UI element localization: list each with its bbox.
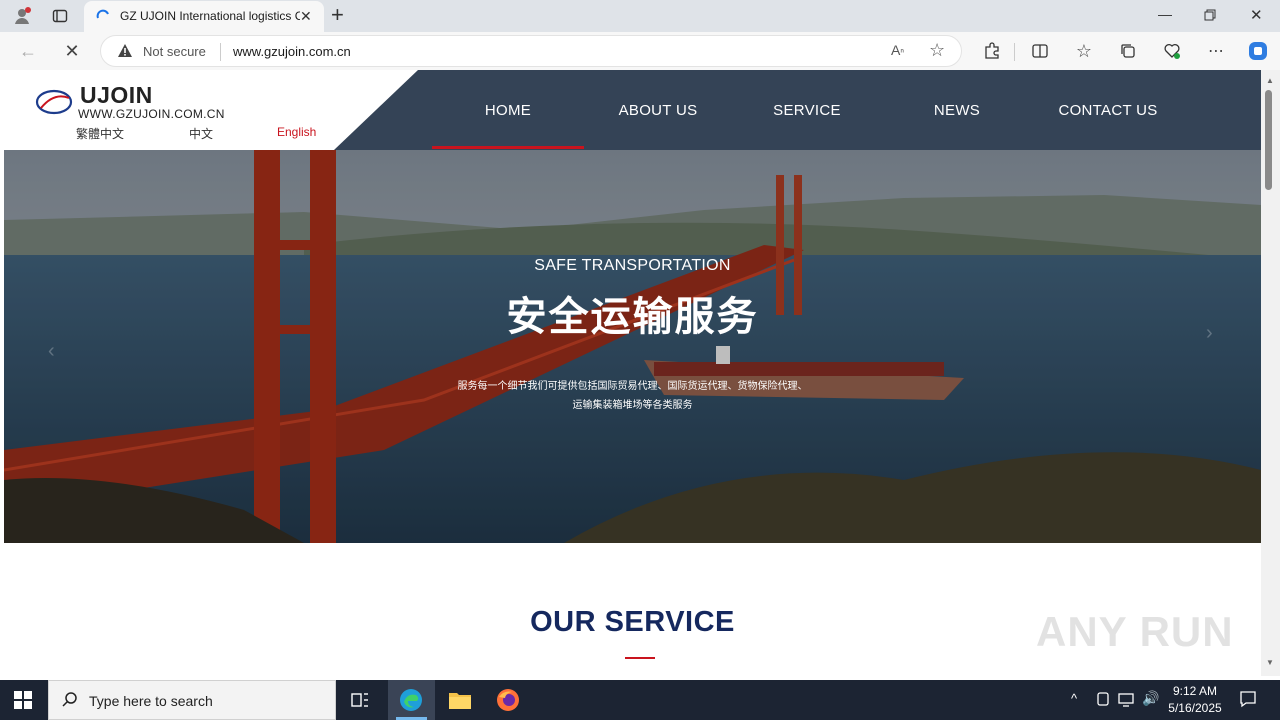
tab-actions-icon[interactable] <box>48 4 72 28</box>
carousel-next-icon[interactable]: › <box>1206 322 1213 345</box>
url-text[interactable]: www.gzujoin.com.cn <box>233 44 351 59</box>
page-viewport: UJOIN WWW.GZUJOIN.COM.CN 繁體中文 中文 English… <box>4 70 1261 676</box>
taskbar: Type here to search ^ 🔊 9:12 AM 5/16/202… <box>0 680 1280 720</box>
clock-time[interactable]: 9:12 AM <box>1163 684 1227 698</box>
toolbar-divider <box>1014 43 1015 61</box>
edge-taskbar-button[interactable] <box>388 680 435 720</box>
collections-icon[interactable] <box>1116 39 1140 63</box>
section-title-underline <box>625 657 655 659</box>
restore-button[interactable] <box>1204 8 1216 26</box>
hero-desc-line2: 运输集装箱堆场等各类服务 <box>572 400 693 411</box>
close-window-button[interactable]: ✕ <box>1250 6 1263 24</box>
stop-loading-icon[interactable]: ✕ <box>60 39 84 63</box>
hero-desc-line1: 服务每一个细节我们可提供包括国际贸易代理、国际货运代理、货物保险代理、 <box>457 381 808 392</box>
tray-device-icon[interactable] <box>1096 691 1110 712</box>
search-placeholder: Type here to search <box>89 693 213 709</box>
nav-news[interactable]: NEWS <box>922 102 992 119</box>
taskbar-search-box[interactable]: Type here to search <box>48 680 336 720</box>
edge-icon <box>400 689 422 711</box>
browser-tab-bar: GZ UJOIN International logistics Co ✕ + … <box>0 0 1280 32</box>
browser-tab[interactable]: GZ UJOIN International logistics Co ✕ <box>84 1 324 32</box>
scroll-down-icon[interactable]: ▼ <box>1266 658 1274 667</box>
favorites-icon[interactable]: ☆ <box>1072 39 1096 63</box>
search-icon <box>61 691 79 714</box>
file-explorer-icon[interactable] <box>448 689 472 716</box>
browser-toolbar: ← ✕ Not secure www.gzujoin.com.cn Aⁿ ☆ ☆… <box>0 32 1280 70</box>
hero-headline: 安全运输服务 <box>506 295 759 339</box>
minimize-button[interactable]: — <box>1158 6 1172 22</box>
volume-icon[interactable]: 🔊 <box>1142 690 1159 707</box>
nav-contact-us[interactable]: CONTACT US <box>1058 102 1158 119</box>
ujoin-logo-icon[interactable] <box>35 88 73 121</box>
tray-chevron-icon[interactable]: ^ <box>1071 691 1077 706</box>
address-bar[interactable]: Not secure www.gzujoin.com.cn Aⁿ ☆ <box>100 35 962 67</box>
lang-traditional-chinese[interactable]: 繁體中文 <box>76 125 124 142</box>
network-icon[interactable] <box>1118 692 1136 713</box>
carousel-prev-icon[interactable]: ‹ <box>48 340 55 363</box>
lang-english[interactable]: English <box>277 125 316 139</box>
address-divider <box>220 43 221 61</box>
anyrun-watermark: ANY RUN <box>1036 608 1234 655</box>
notifications-icon[interactable] <box>1239 690 1257 713</box>
split-screen-icon[interactable] <box>1028 39 1052 63</box>
hero-eyebrow: SAFE TRANSPORTATION <box>534 257 731 274</box>
logo-domain: WWW.GZUJOIN.COM.CN <box>78 107 225 121</box>
scrollbar-thumb[interactable] <box>1265 90 1272 190</box>
tab-title: GZ UJOIN International logistics Co <box>120 9 300 23</box>
nav-service[interactable]: SERVICE <box>767 102 847 119</box>
favorite-star-icon[interactable]: ☆ <box>929 40 945 61</box>
new-tab-button[interactable]: + <box>331 4 344 26</box>
nav-home[interactable]: HOME <box>473 102 543 119</box>
loading-icon <box>96 9 110 28</box>
active-nav-indicator <box>432 146 584 149</box>
scroll-up-icon[interactable]: ▲ <box>1266 76 1274 85</box>
profile-icon[interactable] <box>10 4 34 28</box>
firefox-icon[interactable] <box>496 688 520 717</box>
close-tab-icon[interactable]: ✕ <box>300 8 312 25</box>
warning-icon <box>117 43 133 64</box>
windows-start-icon[interactable] <box>14 691 32 714</box>
read-aloud-icon[interactable]: Aⁿ <box>891 42 904 58</box>
nav-about-us[interactable]: ABOUT US <box>613 102 703 119</box>
extensions-icon[interactable] <box>980 39 1004 63</box>
hero-background-image <box>4 150 1261 543</box>
logo-name[interactable]: UJOIN <box>80 82 153 109</box>
more-options-icon[interactable]: ⋯ <box>1204 39 1228 63</box>
back-icon[interactable]: ← <box>16 39 40 63</box>
clock-date[interactable]: 5/16/2025 <box>1163 701 1227 715</box>
browser-essentials-icon[interactable] <box>1160 39 1184 63</box>
security-label[interactable]: Not secure <box>143 44 206 59</box>
lang-chinese[interactable]: 中文 <box>189 125 213 142</box>
task-view-icon[interactable] <box>350 690 370 715</box>
copilot-icon[interactable] <box>1246 39 1270 63</box>
hero-banner: SAFE TRANSPORTATION 安全运输服务 服务每一个细节我们可提供包… <box>4 150 1261 543</box>
